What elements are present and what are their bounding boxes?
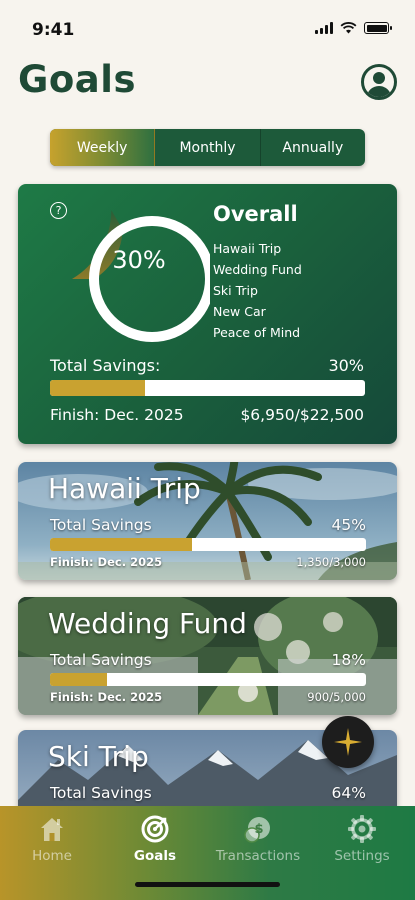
- add-goal-button[interactable]: [322, 716, 374, 768]
- home-indicator: [135, 882, 280, 887]
- total-savings-label: Total Savings: [50, 516, 152, 534]
- overall-progress-ring: [72, 210, 210, 342]
- total-savings-percent: 64%: [331, 784, 366, 802]
- total-savings-label: Total Savings: [50, 784, 152, 802]
- goal-progress-bar: [50, 538, 366, 551]
- goal-title: Hawaii Trip: [48, 472, 201, 505]
- home-icon: [41, 818, 63, 841]
- goal-progress-bar: [50, 673, 366, 686]
- savings-amount: 1,350/3,000: [296, 555, 366, 569]
- overall-goal-list: Hawaii Trip Wedding Fund Ski Trip New Ca…: [213, 238, 302, 343]
- tab-goals[interactable]: Goals: [110, 814, 200, 864]
- help-icon[interactable]: ?: [50, 202, 67, 219]
- tab-transactions[interactable]: $ Transactions: [213, 814, 303, 864]
- list-item: Hawaii Trip: [213, 241, 282, 256]
- list-item: Wedding Fund: [213, 262, 302, 277]
- total-savings-label: Total Savings:: [50, 356, 161, 375]
- tab-label: Home: [32, 848, 72, 864]
- wifi-icon: [340, 22, 357, 34]
- goal-title: Wedding Fund: [48, 607, 247, 640]
- gear-icon: [348, 815, 376, 843]
- status-bar: 9:41: [0, 0, 415, 56]
- tab-weekly[interactable]: Weekly: [50, 129, 156, 166]
- tab-label: Transactions: [215, 848, 301, 864]
- tab-home[interactable]: Home: [7, 814, 97, 864]
- goal-title: Ski Trip: [48, 740, 149, 773]
- cellular-signal-icon: [315, 22, 333, 34]
- savings-amount: 900/5,000: [307, 690, 366, 704]
- user-avatar-icon: [367, 72, 391, 97]
- tab-annually[interactable]: Annually: [261, 129, 365, 166]
- tab-label: Goals: [133, 848, 177, 864]
- goal-card-wedding-fund[interactable]: Wedding Fund Total Savings 18% Finish: D…: [18, 597, 397, 715]
- ring-track: [89, 216, 210, 342]
- savings-amount: $6,950/$22,500: [240, 406, 364, 424]
- status-icons: [315, 22, 392, 34]
- page-title: Goals: [18, 58, 136, 101]
- progress-fill: [50, 538, 193, 551]
- overall-percent: 30%: [112, 246, 166, 274]
- period-selector: Weekly Monthly Annually: [50, 129, 365, 166]
- sparkle-icon: [334, 728, 362, 756]
- goal-card-hawaii-trip[interactable]: Hawaii Trip Total Savings 45% Finish: De…: [18, 462, 397, 580]
- overall-card[interactable]: ? 30% Overall Hawaii Trip Wedding Fund S…: [18, 184, 397, 444]
- overall-title: Overall: [213, 202, 298, 226]
- tab-monthly[interactable]: Monthly: [155, 129, 261, 166]
- money-icon: $: [244, 817, 270, 843]
- profile-button[interactable]: [361, 64, 397, 100]
- total-savings-percent: 18%: [331, 651, 366, 669]
- target-icon: [141, 815, 169, 843]
- list-item: Peace of Mind: [213, 325, 301, 340]
- total-savings-percent: 45%: [331, 516, 366, 534]
- finish-date: Finish: Dec. 2025: [50, 406, 184, 424]
- status-time: 9:41: [32, 20, 75, 40]
- total-savings-percent: 30%: [328, 356, 364, 375]
- finish-date: Finish: Dec. 2025: [50, 690, 163, 704]
- tab-label: Settings: [334, 848, 390, 864]
- list-item: Ski Trip: [213, 283, 258, 298]
- battery-icon: [364, 22, 392, 34]
- tab-settings[interactable]: Settings: [317, 814, 407, 864]
- progress-fill: [50, 380, 145, 396]
- total-savings-label: Total Savings: [50, 651, 152, 669]
- list-item: New Car: [213, 304, 266, 319]
- svg-text:$: $: [254, 822, 263, 837]
- finish-date: Finish: Dec. 2025: [50, 555, 163, 569]
- overall-progress-bar: [50, 380, 365, 396]
- progress-fill: [50, 673, 107, 686]
